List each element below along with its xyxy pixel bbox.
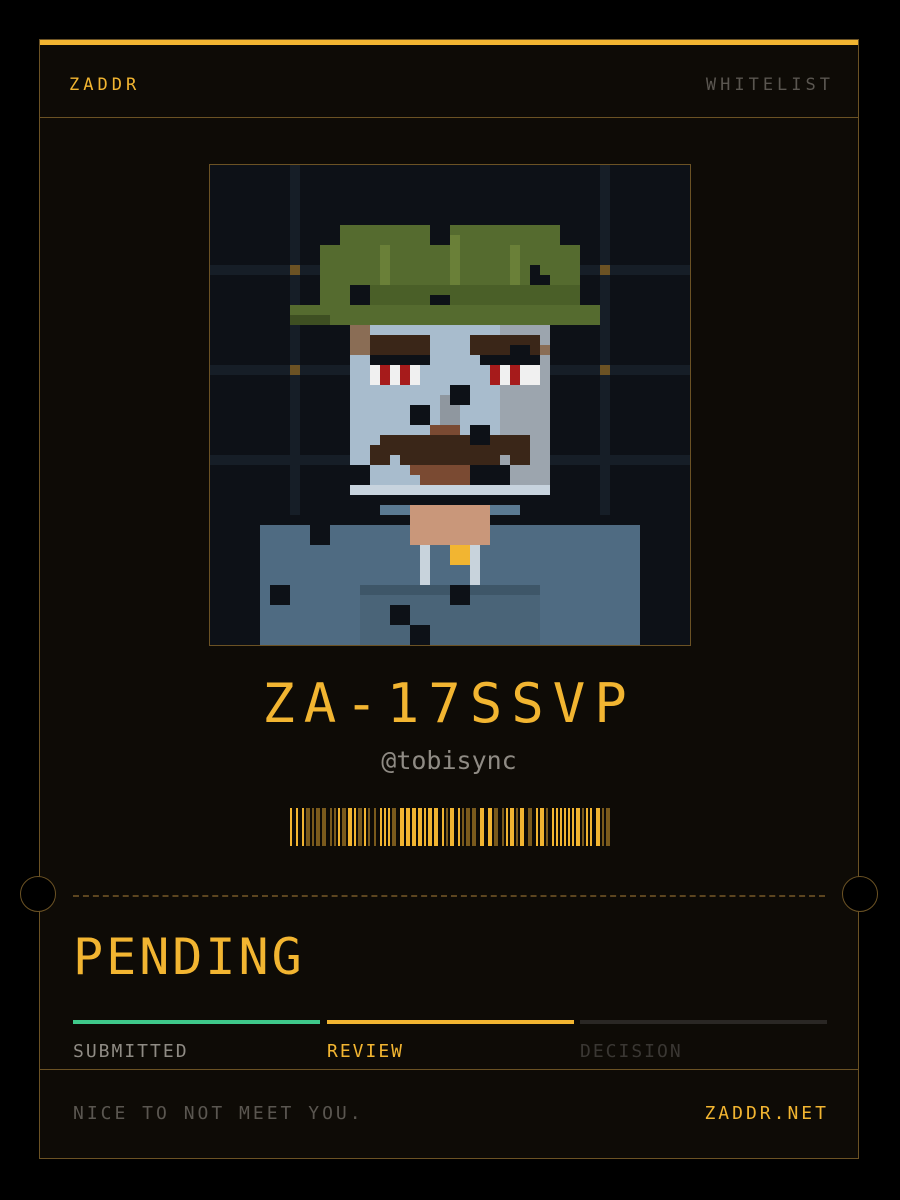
barcode-bar — [546, 808, 548, 846]
barcode-bar — [602, 808, 604, 846]
step-submitted-label: SUBMITTED — [73, 1041, 189, 1062]
barcode-bar — [480, 808, 484, 846]
barcode-bar — [330, 808, 332, 846]
barcode-bar — [412, 808, 416, 846]
barcode-bar — [556, 808, 558, 846]
barcode-bar — [374, 808, 376, 846]
avatar-image — [209, 164, 691, 646]
step-submitted-bar — [73, 1020, 320, 1024]
card-footer: NICE TO NOT MEET YOU. ZADDR.NET — [40, 1069, 858, 1159]
barcode-bar — [576, 808, 580, 846]
barcode-bar — [306, 808, 310, 846]
barcode-bar — [510, 808, 514, 846]
application-status: PENDING — [73, 928, 305, 986]
barcode-bar — [442, 808, 444, 846]
barcode-bar — [388, 808, 390, 846]
barcode-bar — [536, 808, 538, 846]
barcode-bar — [564, 808, 566, 846]
pass-tier-label: WHITELIST — [705, 75, 834, 95]
barcode-bar — [528, 808, 532, 846]
barcode-bar — [348, 808, 352, 846]
step-review-label: REVIEW — [327, 1041, 405, 1062]
barcode-bar — [488, 808, 492, 846]
barcode-bar — [494, 808, 498, 846]
barcode-bar — [560, 808, 562, 846]
barcode-bar — [552, 808, 554, 846]
barcode-bar — [290, 808, 292, 846]
barcode-bar — [384, 808, 386, 846]
barcode-bar — [506, 808, 508, 846]
barcode-bar — [596, 808, 600, 846]
barcode-bar — [368, 808, 370, 846]
barcode-bar — [358, 808, 362, 846]
barcode-bar — [520, 808, 524, 846]
barcode-bar — [606, 808, 610, 846]
barcode-bar — [458, 808, 460, 846]
barcode-bar — [568, 808, 570, 846]
pixel-avatar-art — [210, 165, 690, 645]
barcode-bar — [516, 808, 518, 846]
barcode-bar — [302, 808, 304, 846]
barcode-bar — [424, 808, 426, 846]
perforation-divider — [73, 895, 825, 897]
barcode-bar — [462, 808, 464, 846]
barcode-bar — [406, 808, 410, 846]
user-handle: @tobisync — [381, 746, 517, 775]
barcode-bar — [428, 808, 432, 846]
barcode-bar — [472, 808, 476, 846]
card-header: ZADDR WHITELIST — [40, 45, 858, 118]
barcode-bar — [466, 808, 470, 846]
barcode-bar — [338, 808, 340, 846]
barcode-bar — [572, 808, 574, 846]
barcode-bar — [418, 808, 422, 846]
barcode-bar — [296, 808, 298, 846]
barcode-bar — [540, 808, 544, 846]
barcode-bar — [354, 808, 356, 846]
step-review-bar — [327, 1020, 574, 1024]
barcode-bar — [312, 808, 314, 846]
barcode-bar — [380, 808, 382, 846]
barcode-bar — [586, 808, 588, 846]
barcode-bar — [322, 808, 326, 846]
ticket-notch-left — [20, 876, 56, 912]
tagline: NICE TO NOT MEET YOU. — [73, 1103, 364, 1124]
website-link[interactable]: ZADDR.NET — [704, 1103, 829, 1124]
brand-name: ZADDR — [69, 75, 141, 95]
barcode-bar — [316, 808, 320, 846]
whitelist-pass-card: ZADDR WHITELIST ZA-17SSVP @tobisync PEND… — [20, 39, 878, 1159]
barcode-bar — [502, 808, 504, 846]
barcode-bar — [582, 808, 584, 846]
ticket-notch-right — [842, 876, 878, 912]
barcode-bar — [446, 808, 448, 846]
pass-code: ZA-17SSVP — [262, 672, 636, 735]
barcode-bar — [392, 808, 396, 846]
barcode-bar — [364, 808, 366, 846]
barcode-bar — [400, 808, 404, 846]
barcode-bar — [342, 808, 346, 846]
step-decision-bar — [580, 1020, 827, 1024]
barcode-bar — [334, 808, 336, 846]
barcode-graphic — [290, 808, 610, 846]
barcode-bar — [450, 808, 454, 846]
step-decision-label: DECISION — [580, 1041, 683, 1062]
barcode-bar — [434, 808, 438, 846]
barcode-bar — [590, 808, 592, 846]
